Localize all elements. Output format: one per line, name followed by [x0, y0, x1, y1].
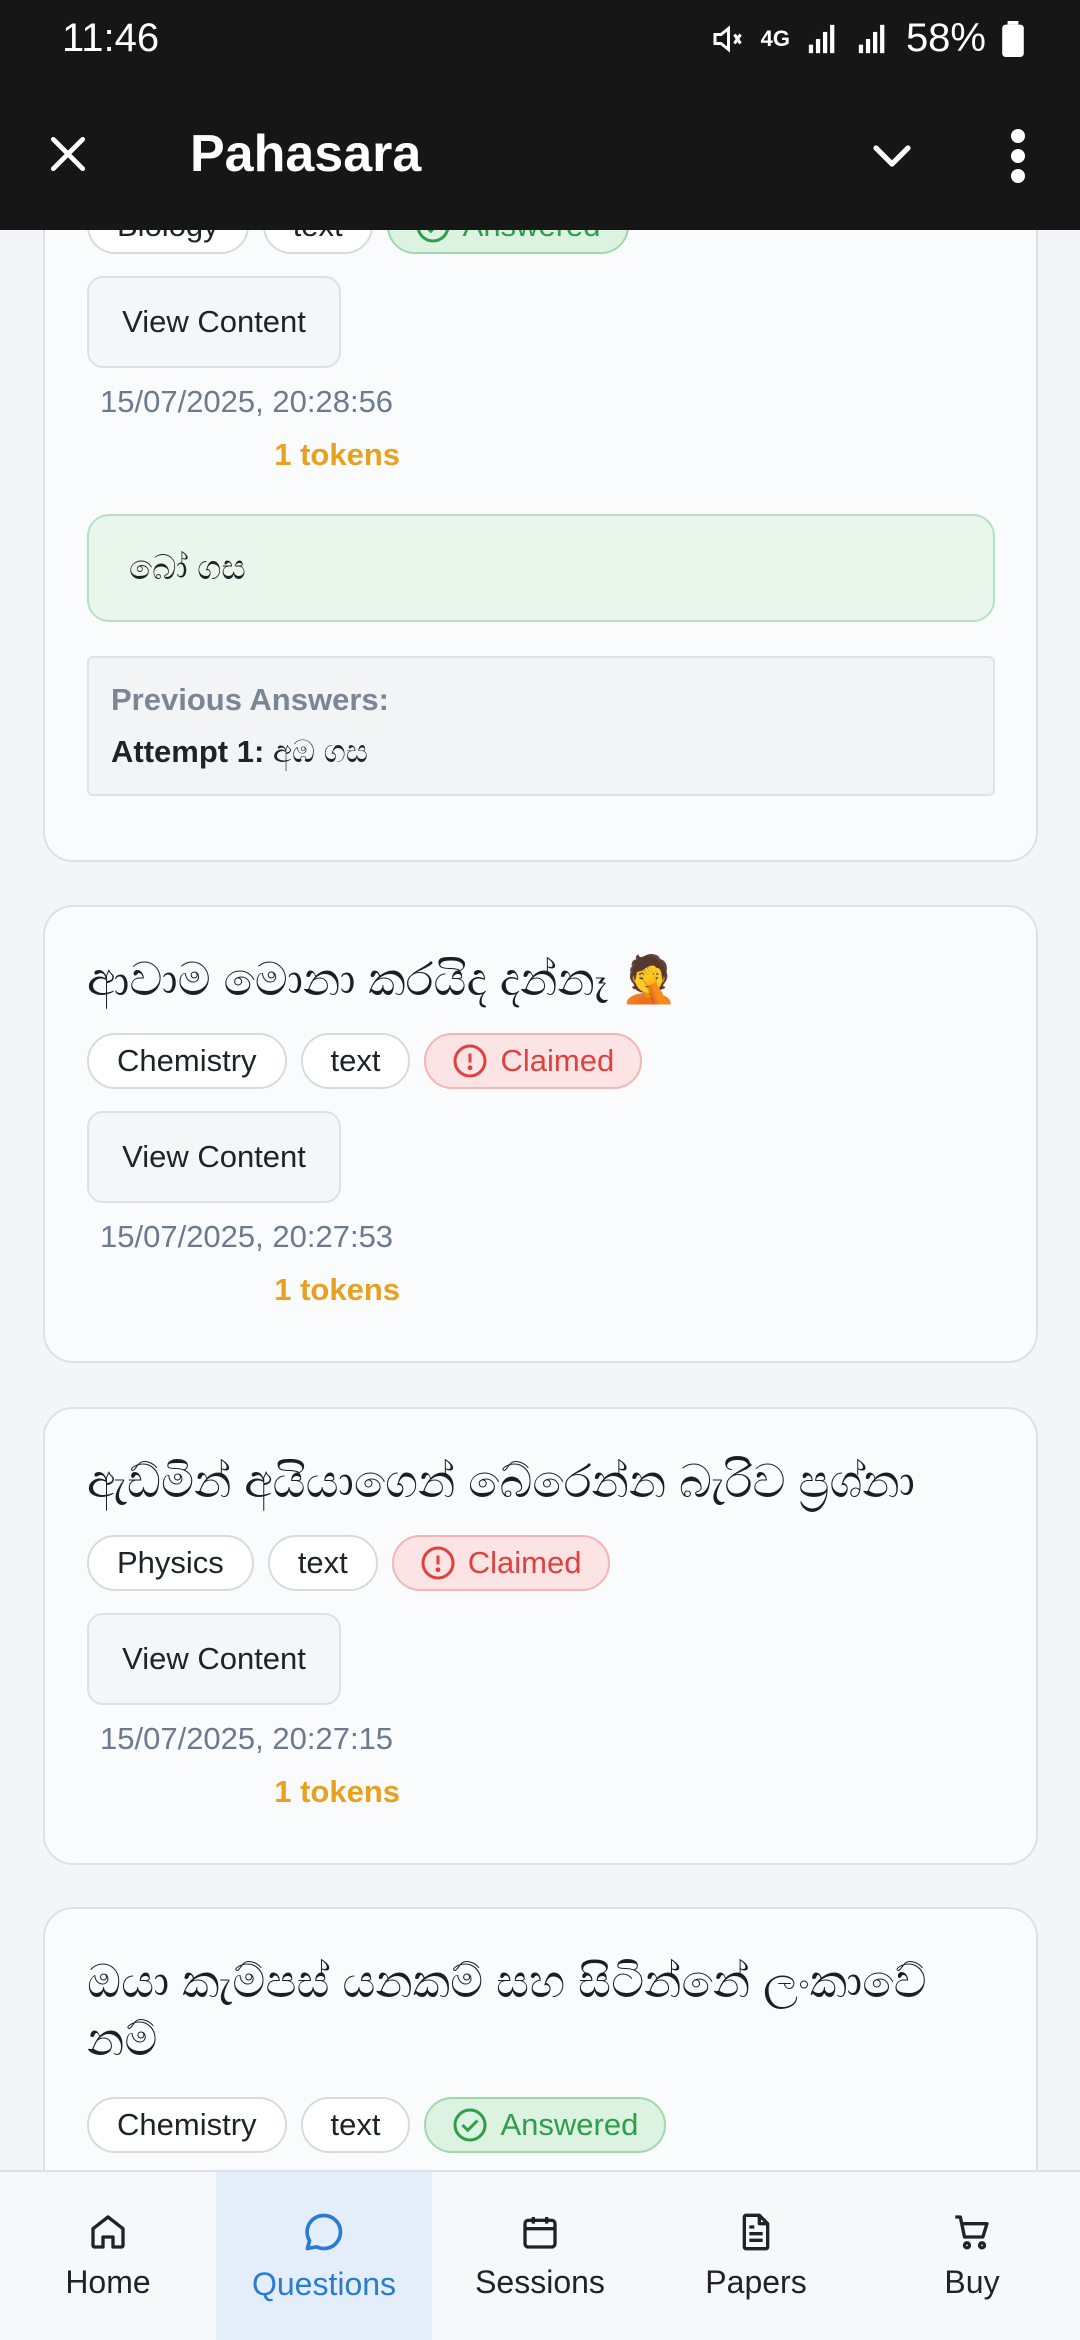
battery-icon	[1002, 20, 1024, 57]
nav-label: Papers	[705, 2263, 807, 2300]
previous-answers-label: Previous Answers:	[111, 682, 389, 717]
network-type: 4G	[760, 25, 790, 51]
status-label: Claimed	[467, 1545, 582, 1580]
calendar-icon	[523, 2216, 557, 2249]
previous-answers: Previous Answers: Attempt 1: අඹ ගස	[87, 656, 995, 796]
tag-list: Chemistry text Answered	[87, 2097, 667, 2153]
tag-list: Biology text Answered	[87, 230, 629, 254]
nav-buy[interactable]: Buy	[864, 2172, 1080, 2340]
question-title: ඔයා කැම්පස් යනකම් සහ සිටින්නේ ලංකාවේ නම්	[87, 1953, 927, 2068]
status-badge: Claimed	[424, 1033, 643, 1089]
status-label: Answered	[500, 2107, 639, 2142]
question-title-line: නම්	[87, 2012, 158, 2065]
timestamp: 15/07/2025, 20:28:56	[100, 384, 394, 419]
type-tag: text	[262, 230, 373, 254]
chevron-down-icon[interactable]	[868, 132, 916, 180]
question-title-line: ඔයා කැම්පස් යනකම් සහ සිටින්නේ ලංකාවේ	[87, 1955, 927, 2007]
type-tag: text	[300, 2097, 411, 2153]
type-tag: text	[300, 1033, 411, 1089]
status-label: Claimed	[500, 1043, 615, 1078]
signal-icon	[808, 24, 835, 53]
battery-percent: 58%	[905, 16, 986, 60]
nav-questions[interactable]: Questions	[216, 2172, 432, 2340]
status-icons: 4G 58%	[709, 16, 1024, 61]
subject-tag: Chemistry	[87, 1033, 287, 1089]
questions-list[interactable]: Biology text Answered View Content 15/07…	[0, 230, 1080, 2170]
nav-label: Sessions	[475, 2263, 605, 2300]
alert-circle-icon	[453, 1044, 487, 1078]
nav-label: Home	[65, 2263, 151, 2300]
question-title: ඇඩ්මින් අයියාගෙන් බේරෙන්න බැරිව ප්‍රශ්නා	[87, 1455, 915, 1507]
answer-text: බෝ ගස	[129, 548, 246, 587]
token-count: 1 tokens	[274, 1272, 400, 1307]
nav-sessions[interactable]: Sessions	[432, 2172, 648, 2340]
nav-home[interactable]: Home	[0, 2172, 216, 2340]
question-card: ඔයා කැම්පස් යනකම් සහ සිටින්නේ ලංකාවේ නම්…	[43, 1907, 1038, 2170]
status-badge: Answered	[386, 230, 629, 254]
question-card: ඇඩ්මින් අයියාගෙන් බේරෙන්න බැරිව ප්‍රශ්නා…	[43, 1407, 1038, 1865]
timestamp: 15/07/2025, 20:27:15	[100, 1721, 394, 1756]
subject-tag: Chemistry	[87, 2097, 287, 2153]
alert-circle-icon	[421, 1546, 455, 1580]
status-badge: Answered	[424, 2097, 667, 2153]
subject-tag: Biology	[87, 230, 249, 254]
signal-icon-2	[858, 24, 885, 53]
timestamp: 15/07/2025, 20:27:53	[100, 1219, 394, 1254]
attempt-label: Attempt 1:	[111, 734, 265, 769]
mute-icon	[713, 24, 742, 53]
nav-label: Questions	[251, 2265, 397, 2302]
bottom-nav: Home Questions Sessions Papers Buy	[0, 2170, 1080, 2340]
chat-bubble-icon	[305, 2213, 343, 2250]
app-bar: Pahasara	[0, 80, 1080, 230]
close-icon[interactable]	[46, 132, 90, 176]
check-circle-icon	[453, 2108, 487, 2142]
type-tag: text	[267, 1535, 378, 1591]
nav-label: Buy	[944, 2263, 1000, 2300]
status-label: Answered	[463, 230, 601, 244]
previous-attempt: Attempt 1: අඹ ගස	[111, 734, 971, 771]
question-title: ආවාම මොනා කරයිද දන්නෑ 🤦	[87, 953, 678, 1005]
document-icon	[742, 2213, 770, 2250]
tag-list: Chemistry text Claimed	[87, 1033, 643, 1089]
view-content-button[interactable]: View Content	[87, 1111, 341, 1203]
status-badge: Claimed	[391, 1535, 610, 1591]
tag-list: Physics text Claimed	[87, 1535, 610, 1591]
attempt-value: අඹ ගස	[264, 734, 369, 769]
status-time: 11:46	[62, 16, 160, 60]
token-count: 1 tokens	[274, 437, 400, 472]
answer-box: බෝ ගස	[87, 514, 995, 622]
status-bar: 11:46 4G 58%	[0, 0, 1080, 80]
token-count: 1 tokens	[274, 1774, 400, 1809]
subject-tag: Physics	[87, 1535, 254, 1591]
check-circle-icon	[416, 230, 449, 243]
more-vert-icon[interactable]	[1000, 128, 1036, 184]
view-content-button[interactable]: View Content	[87, 276, 341, 368]
home-icon	[91, 2214, 125, 2249]
nav-papers[interactable]: Papers	[648, 2172, 864, 2340]
question-card: Biology text Answered View Content 15/07…	[43, 230, 1038, 862]
question-card: ආවාම මොනා කරයිද දන්නෑ 🤦 Chemistry text C…	[43, 905, 1038, 1363]
app-title: Pahasara	[190, 125, 422, 183]
cart-icon	[955, 2214, 989, 2249]
view-content-button[interactable]: View Content	[87, 1613, 341, 1705]
